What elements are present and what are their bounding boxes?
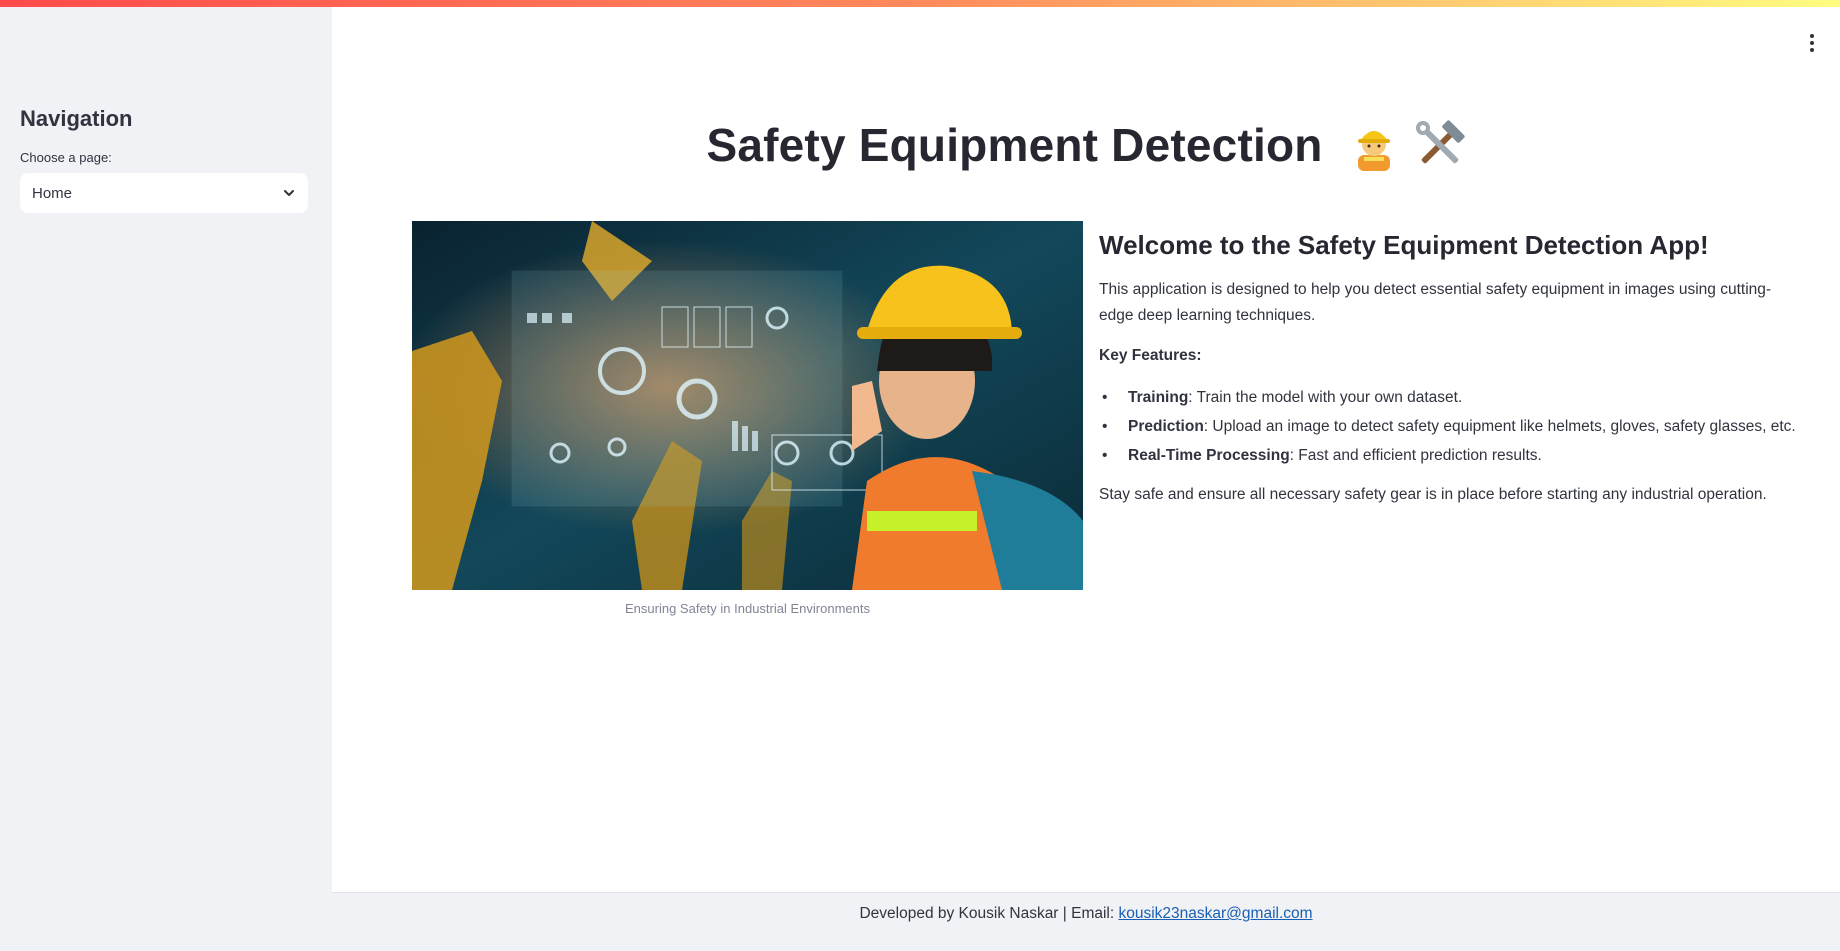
feature-desc: : Train the model with your own dataset. [1188,389,1463,406]
top-decoration-bar [0,0,1840,7]
page-select-value: Home [32,184,73,202]
feature-desc: : Upload an image to detect safety equip… [1203,418,1796,435]
page-select[interactable]: Home [20,173,308,213]
footer-email-link[interactable]: kousik23naskar@gmail.com [1118,905,1312,922]
hero-image [412,221,1083,590]
key-features-label: Key Features: [1099,347,1202,364]
list-item: Real-Time Processing: Fast and efficient… [1099,441,1799,470]
page-title: Safety Equipment Detection [332,118,1840,175]
footer: Developed by Kousik Naskar | Email: kous… [332,892,1840,951]
chevron-down-icon [284,190,294,196]
feature-name: Training [1128,389,1189,406]
feature-desc: : Fast and efficient prediction results. [1289,447,1542,464]
list-item: Prediction: Upload an image to detect sa… [1099,412,1799,441]
page-title-text: Safety Equipment Detection [706,119,1323,171]
list-item: Training: Train the model with your own … [1099,383,1799,412]
page-select-label: Choose a page: [20,150,112,165]
feature-list: Training: Train the model with your own … [1099,383,1799,470]
footer-credit: Developed by Kousik Naskar | Email: [859,905,1119,922]
industrial-worker-illustration [412,221,1083,590]
sidebar-heading: Navigation [20,106,133,131]
sidebar: Navigation Choose a page: Home [0,0,332,951]
intro-text: This application is designed to help you… [1099,281,1772,324]
more-menu-icon[interactable] [1804,32,1820,54]
hammer-and-wrench-icon [1415,120,1465,164]
construction-worker-icon [1357,130,1390,171]
feature-name: Real-Time Processing [1128,447,1290,464]
welcome-section: Welcome to the Safety Equipment Detectio… [1099,230,1799,522]
feature-name: Prediction [1128,418,1204,435]
welcome-heading: Welcome to the Safety Equipment Detectio… [1099,230,1709,260]
closing-text: Stay safe and ensure all necessary safet… [1099,486,1767,503]
main-content: Safety Equipment Detection Ensuring Safe… [332,0,1840,951]
image-caption: Ensuring Safety in Industrial Environmen… [625,601,870,616]
